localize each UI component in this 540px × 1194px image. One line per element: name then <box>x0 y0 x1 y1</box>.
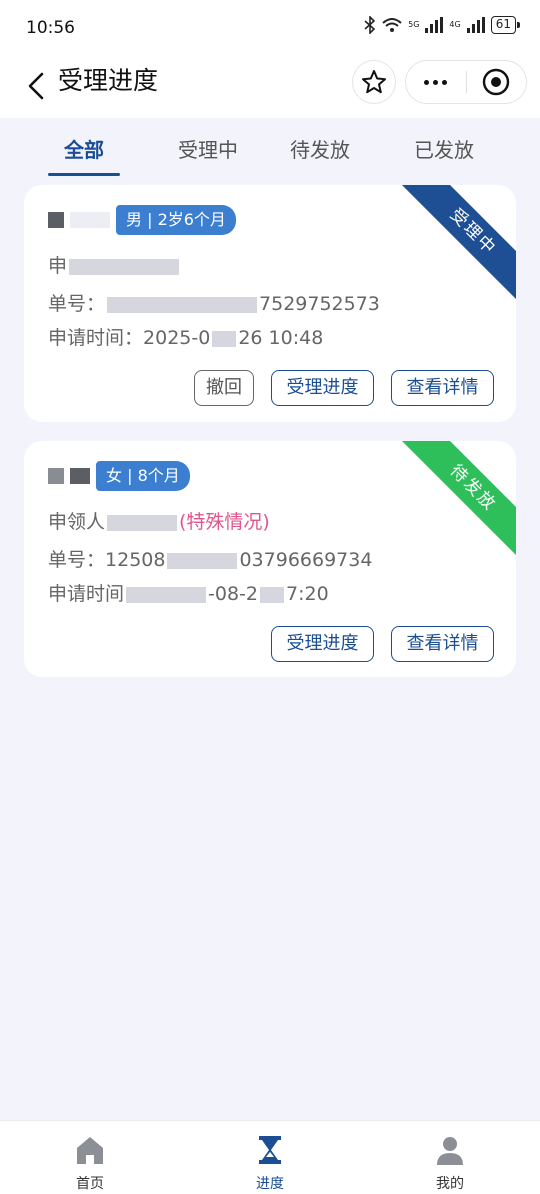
status-bar: 10:56 5G 4G 61 <box>0 0 540 58</box>
user-icon <box>437 1137 463 1165</box>
mini-program-capsule <box>405 60 527 104</box>
signal-icon-2 <box>466 17 485 33</box>
withdraw-button[interactable]: 撤回 <box>194 370 254 406</box>
progress-button[interactable]: 受理进度 <box>271 626 374 662</box>
favorite-button[interactable] <box>352 60 396 104</box>
bluetooth-icon <box>364 16 376 34</box>
battery-icon: 61 <box>490 16 521 34</box>
name-mask <box>70 212 110 228</box>
signal-icon <box>425 17 444 33</box>
nav-item-progress[interactable]: 进度 <box>180 1121 360 1194</box>
nav-item-mine[interactable]: 我的 <box>360 1121 540 1194</box>
application-card[interactable]: 男 | 2岁6个月 受理中 申 单号： 7529752573 申请时间：2025-… <box>24 185 516 422</box>
nav-item-home[interactable]: 首页 <box>0 1121 180 1194</box>
name-mask <box>48 212 64 228</box>
nav-label: 我的 <box>436 1176 464 1192</box>
order-number-start: 12508 <box>105 549 166 571</box>
bottom-nav: 首页 进度 我的 <box>0 1120 540 1194</box>
name-mask <box>70 468 90 484</box>
gender-age-badge: 男 | 2岁6个月 <box>116 205 236 235</box>
apply-time-field: 申请时间 -08-2 7:20 <box>48 579 329 606</box>
apply-time-field: 申请时间：2025-0 26 10:48 <box>48 323 323 350</box>
order-number-tail: 7529752573 <box>259 293 380 315</box>
card-header: 男 | 2岁6个月 <box>48 205 236 235</box>
page-title: 受理进度 <box>58 66 159 95</box>
order-number-tail: 03796669734 <box>239 549 373 571</box>
special-case-note: (特殊情况) <box>179 511 270 533</box>
status-ribbon: 待发放 <box>400 441 516 561</box>
order-label: 单号： <box>48 549 106 571</box>
time-label: 申请时间 <box>48 583 125 605</box>
more-icon[interactable] <box>406 61 466 103</box>
redaction <box>167 552 238 569</box>
net-5g-label: 5G <box>408 20 420 29</box>
nav-label: 首页 <box>76 1176 104 1192</box>
redaction <box>212 330 237 347</box>
status-time: 10:56 <box>26 18 75 38</box>
redaction <box>69 258 180 275</box>
applicant-field: 申 <box>48 251 181 278</box>
tab-pending[interactable]: 待发放 <box>248 118 392 178</box>
applicant-label: 申领人 <box>48 511 106 533</box>
net-4g-label: 4G <box>449 20 461 29</box>
status-tabs: 全部 受理中 待发放 已发放 <box>0 118 540 178</box>
detail-button[interactable]: 查看详情 <box>391 370 494 406</box>
hourglass-icon <box>259 1136 281 1164</box>
nav-bar: 受理进度 <box>0 58 540 118</box>
nav-label: 进度 <box>256 1176 284 1192</box>
time-label: 申请时间： <box>48 327 144 349</box>
status-icons: 5G 4G 61 <box>364 16 521 34</box>
card-header: 女 | 8个月 <box>48 461 190 491</box>
redaction <box>107 514 178 531</box>
close-target-icon[interactable] <box>466 61 526 103</box>
progress-button[interactable]: 受理进度 <box>271 370 374 406</box>
redaction <box>126 586 207 603</box>
wifi-icon <box>382 18 402 32</box>
tab-processing[interactable]: 受理中 <box>168 118 248 178</box>
time-mid: -08-2 <box>208 583 258 605</box>
order-number-field: 单号： 7529752573 <box>48 289 380 316</box>
detail-button[interactable]: 查看详情 <box>391 626 494 662</box>
order-label: 单号： <box>48 293 106 315</box>
status-ribbon: 受理中 <box>400 185 516 305</box>
gender-age-badge: 女 | 8个月 <box>96 461 190 491</box>
order-number-field: 单号：12508 03796669734 <box>48 545 372 572</box>
application-card[interactable]: 女 | 8个月 待发放 申领人 (特殊情况) 单号：12508 0379666973… <box>24 441 516 677</box>
time-tail: 26 10:48 <box>238 327 324 349</box>
redaction <box>260 586 284 603</box>
time-start: 2025-0 <box>143 327 211 349</box>
star-icon <box>362 70 386 94</box>
name-mask <box>48 468 64 484</box>
redaction <box>107 296 258 313</box>
applicant-label: 申 <box>48 255 68 277</box>
home-icon <box>77 1137 103 1164</box>
time-tail: 7:20 <box>286 583 329 605</box>
back-arrow-icon[interactable] <box>22 70 54 102</box>
tab-issued[interactable]: 已发放 <box>392 118 496 178</box>
applicant-field: 申领人 (特殊情况) <box>48 507 270 534</box>
tab-all[interactable]: 全部 <box>0 118 168 178</box>
